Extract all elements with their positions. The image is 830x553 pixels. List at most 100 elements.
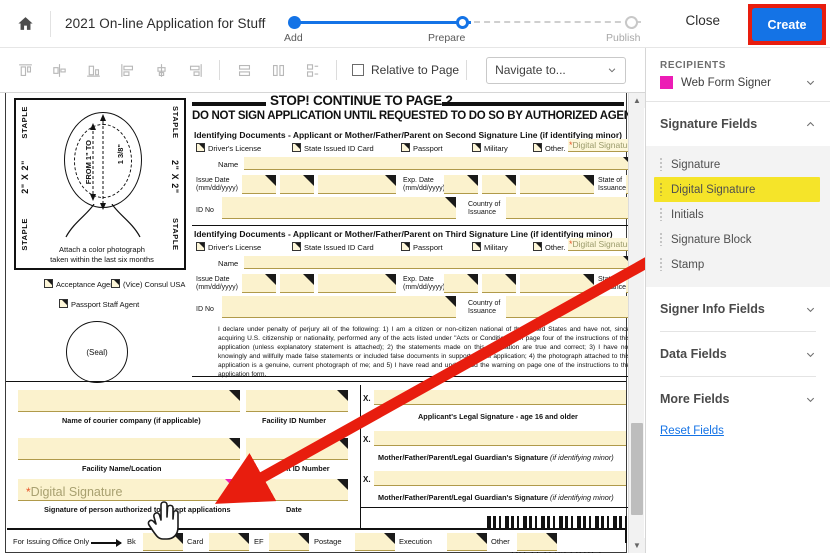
name-input-1[interactable]: [244, 157, 634, 170]
passport-staff-check[interactable]: Passport Staff Agent: [59, 299, 139, 309]
courier-company-input[interactable]: [18, 390, 240, 412]
issue-date-yyyy-1[interactable]: [318, 175, 396, 194]
distribute-vertical-icon[interactable]: [227, 55, 261, 85]
checkbox-icon[interactable]: [533, 143, 542, 152]
acceptance-agent-check[interactable]: Acceptance Agent: [44, 279, 116, 289]
exp-date-dd-2[interactable]: [482, 274, 516, 293]
checkbox-icon[interactable]: [533, 242, 542, 251]
drag-handle-icon[interactable]: [660, 233, 662, 246]
drag-handle-icon[interactable]: [660, 258, 662, 271]
checkbox-icon[interactable]: [472, 242, 481, 251]
agent-id-input[interactable]: [246, 438, 348, 460]
relative-to-page-toggle[interactable]: Relative to Page: [352, 63, 459, 77]
align-top-icon[interactable]: [8, 55, 42, 85]
checkbox-icon[interactable]: [196, 242, 205, 251]
chevron-up-icon[interactable]: [805, 119, 816, 130]
field-item-stamp[interactable]: Stamp: [646, 252, 830, 277]
applicant-signature-input[interactable]: [374, 390, 626, 405]
field-item-signature-block[interactable]: Signature Block: [646, 227, 830, 252]
drag-handle-icon[interactable]: [660, 158, 662, 171]
document-page[interactable]: STAPLE STAPLE STAPLE STAPLE 2" X 2" 2" X…: [5, 93, 644, 553]
field-item-signature[interactable]: Signature: [646, 152, 830, 177]
signer-info-fields-header[interactable]: Signer Info Fields: [646, 287, 830, 331]
issuing-input-execution[interactable]: [447, 533, 487, 551]
doc-type-military-1[interactable]: Military: [472, 143, 508, 153]
doc-type-drivers-license-1[interactable]: Driver's License: [196, 143, 261, 153]
checkbox-icon[interactable]: [292, 143, 301, 152]
issue-date-mm-2[interactable]: [242, 274, 276, 293]
create-button[interactable]: Create: [752, 8, 822, 41]
doc-type-other-1[interactable]: Other.: [533, 143, 565, 153]
stepper-dot-publish[interactable]: [625, 16, 638, 29]
checkbox-icon[interactable]: [472, 143, 481, 152]
doc-type-state-id-2[interactable]: State Issued ID Card: [292, 242, 374, 252]
relative-to-page-checkbox[interactable]: [352, 64, 364, 76]
navigate-to-dropdown[interactable]: Navigate to...: [486, 56, 627, 84]
doc-type-passport-2[interactable]: Passport: [401, 242, 443, 252]
home-icon[interactable]: [0, 0, 50, 48]
exp-date-yyyy-1[interactable]: [520, 175, 594, 194]
country-of-issuance-input-2[interactable]: [506, 296, 636, 318]
recipient-selector[interactable]: Web Form Signer: [646, 74, 830, 101]
issuing-input-card[interactable]: [209, 533, 249, 551]
field-item-initials[interactable]: Initials: [646, 202, 830, 227]
field-item-digital-signature[interactable]: Digital Signature: [654, 177, 820, 202]
align-horizontal-center-icon[interactable]: [42, 55, 76, 85]
country-of-issuance-input-1[interactable]: [506, 197, 636, 219]
doc-type-passport-1[interactable]: Passport: [401, 143, 443, 153]
align-right-icon[interactable]: [178, 55, 212, 85]
checkbox-icon[interactable]: [59, 299, 68, 308]
chevron-down-icon[interactable]: [805, 394, 816, 405]
checkbox-icon[interactable]: [401, 143, 410, 152]
exp-date-dd-1[interactable]: [482, 175, 516, 194]
facility-id-input[interactable]: [246, 390, 348, 412]
drag-handle-icon[interactable]: [660, 183, 662, 196]
doc-type-military-2[interactable]: Military: [472, 242, 508, 252]
doc-type-other-2[interactable]: Other.: [533, 242, 565, 252]
chevron-down-icon[interactable]: [805, 304, 816, 315]
chevron-down-icon[interactable]: [805, 77, 816, 88]
reset-fields-link[interactable]: Reset Fields: [646, 421, 738, 447]
doc-type-drivers-license-2[interactable]: Driver's License: [196, 242, 261, 252]
checkbox-icon[interactable]: [292, 242, 301, 251]
date-input[interactable]: [246, 479, 348, 501]
checkbox-icon[interactable]: [111, 279, 120, 288]
document-viewer[interactable]: STAPLE STAPLE STAPLE STAPLE 2" X 2" 2" X…: [0, 93, 645, 553]
checkbox-icon[interactable]: [401, 242, 410, 251]
checkbox-icon[interactable]: [196, 143, 205, 152]
data-fields-header[interactable]: Data Fields: [646, 332, 830, 376]
scrollbar-thumb[interactable]: [631, 423, 643, 515]
stepper-dot-add[interactable]: [288, 16, 301, 29]
close-button[interactable]: Close: [685, 13, 720, 28]
align-bottom-icon[interactable]: [76, 55, 110, 85]
chevron-down-icon[interactable]: [805, 349, 816, 360]
doc-type-state-id-1[interactable]: State Issued ID Card: [292, 143, 374, 153]
align-left-icon[interactable]: [110, 55, 144, 85]
id-no-input-2[interactable]: [222, 296, 456, 318]
id-no-input-1[interactable]: [222, 197, 456, 219]
issuing-input-postage[interactable]: [355, 533, 395, 551]
distribute-horizontal-icon[interactable]: [261, 55, 295, 85]
signature-fields-header[interactable]: Signature Fields: [646, 102, 830, 146]
resize-fields-icon[interactable]: [295, 55, 329, 85]
drag-handle-icon[interactable]: [660, 208, 662, 221]
issue-date-dd-2[interactable]: [280, 274, 314, 293]
issuing-input-ef[interactable]: [269, 533, 309, 551]
guardian-signature-input-1[interactable]: [374, 431, 626, 446]
guardian-signature-input-2[interactable]: [374, 471, 626, 486]
align-vertical-center-icon[interactable]: [144, 55, 178, 85]
exp-date-mm-1[interactable]: [444, 175, 478, 194]
vice-consul-check[interactable]: (Vice) Consul USA: [111, 279, 185, 289]
issue-date-yyyy-2[interactable]: [318, 274, 396, 293]
facility-name-input[interactable]: [18, 438, 240, 460]
document-scrollbar[interactable]: ▲ ▼: [628, 93, 645, 553]
digital-signature-placed-field[interactable]: *Digital Signature: [26, 485, 122, 499]
name-input-2[interactable]: [244, 256, 634, 269]
more-fields-header[interactable]: More Fields: [646, 377, 830, 421]
issue-date-dd-1[interactable]: [280, 175, 314, 194]
exp-date-mm-2[interactable]: [444, 274, 478, 293]
issuing-input-other[interactable]: [517, 533, 557, 551]
exp-date-yyyy-2[interactable]: [520, 274, 594, 293]
scroll-up-arrow[interactable]: ▲: [629, 93, 645, 108]
stepper-dot-prepare[interactable]: [456, 16, 469, 29]
